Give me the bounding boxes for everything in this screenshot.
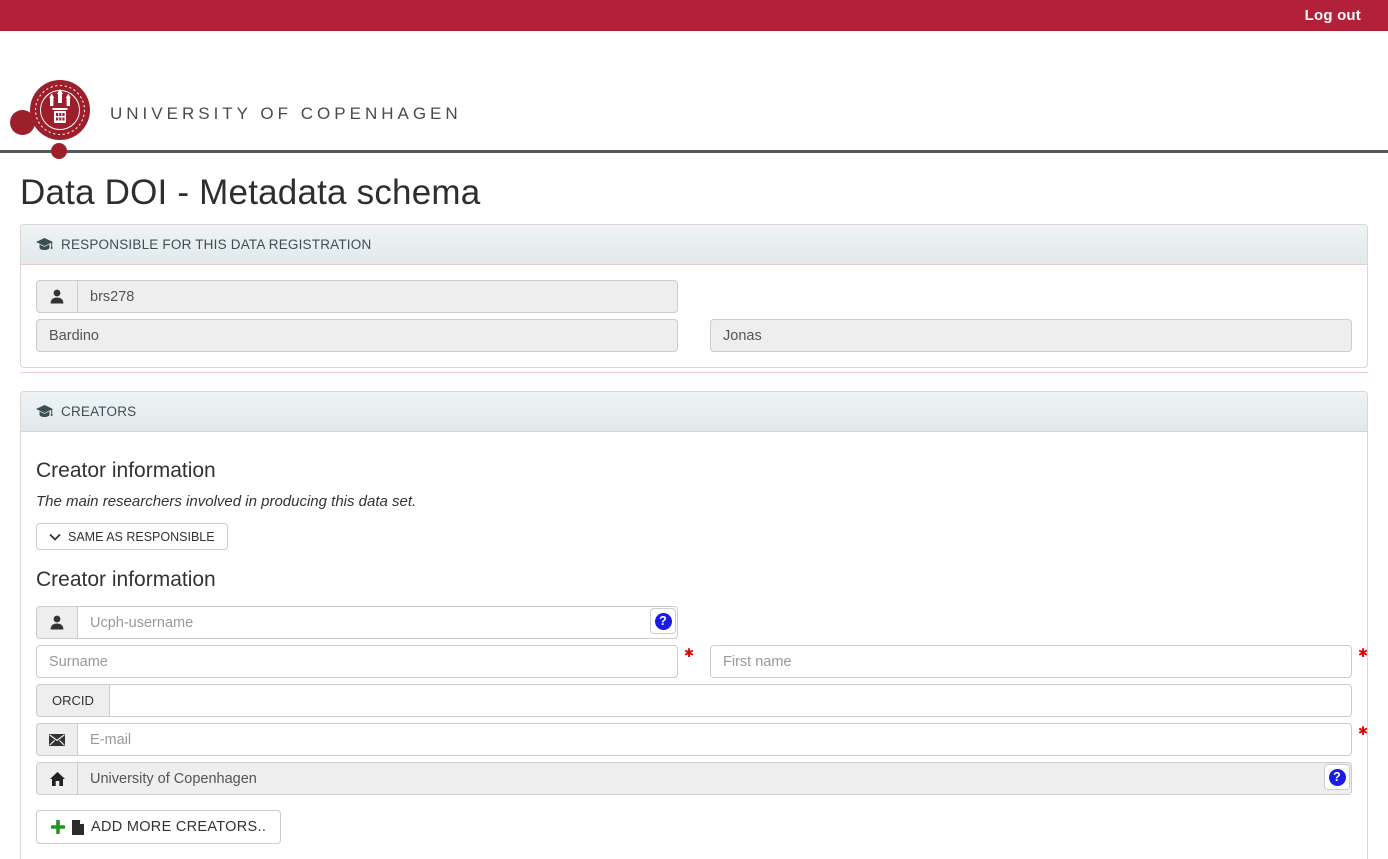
creators-section-title: CREATORS <box>61 404 136 419</box>
creator-orcid-input[interactable] <box>109 684 1352 717</box>
creator-firstname-input[interactable] <box>710 645 1352 678</box>
creators-section-body: Creator information The main researchers… <box>21 432 1367 859</box>
responsible-surname-field <box>36 319 678 352</box>
chevron-down-icon <box>49 533 61 541</box>
decorative-circle-large <box>10 110 35 135</box>
creator-information-subtitle: The main researchers involved in produci… <box>36 493 1352 510</box>
question-mark-icon: ? <box>655 613 672 630</box>
responsible-username-field <box>77 280 678 313</box>
graduation-cap-icon <box>36 238 53 252</box>
page-title: Data DOI - Metadata schema <box>20 173 1368 213</box>
username-help-button[interactable]: ? <box>650 608 676 634</box>
university-seal-logo <box>30 80 90 140</box>
header-divider-line <box>0 150 1388 153</box>
brand-header: UNIVERSITY OF COPENHAGEN <box>0 31 1388 154</box>
university-name: UNIVERSITY OF COPENHAGEN <box>110 104 462 124</box>
responsible-section-header: RESPONSIBLE FOR THIS DATA REGISTRATION <box>21 225 1367 265</box>
envelope-icon <box>36 723 77 756</box>
person-icon <box>36 606 77 639</box>
add-more-creators-label: ADD MORE CREATORS.. <box>91 819 266 835</box>
add-more-creators-button[interactable]: ADD MORE CREATORS.. <box>36 810 281 844</box>
same-as-responsible-label: SAME AS RESPONSIBLE <box>68 530 215 544</box>
graduation-cap-icon <box>36 405 53 419</box>
creator-surname-input[interactable] <box>36 645 678 678</box>
home-icon <box>36 762 77 795</box>
affiliation-help-button[interactable]: ? <box>1324 764 1350 790</box>
top-bar: Log out <box>0 0 1388 31</box>
creator-block-heading: Creator information <box>36 568 1352 592</box>
person-icon <box>36 280 77 313</box>
responsible-panel: RESPONSIBLE FOR THIS DATA REGISTRATION <box>20 224 1368 368</box>
creator-email-input[interactable] <box>77 723 1352 756</box>
file-icon <box>72 820 84 835</box>
creators-section-header: CREATORS <box>21 392 1367 432</box>
decorative-circle-small <box>51 143 67 159</box>
required-asterisk: ✱ <box>1358 725 1368 737</box>
responsible-firstname-field <box>710 319 1352 352</box>
plus-icon <box>51 820 65 834</box>
creators-panel: CREATORS Creator information The main re… <box>20 391 1368 859</box>
same-as-responsible-button[interactable]: SAME AS RESPONSIBLE <box>36 523 228 550</box>
orcid-label: ORCID <box>36 684 109 717</box>
creator-information-heading: Creator information <box>36 459 1352 483</box>
creator-username-input[interactable] <box>77 606 678 639</box>
creator-affiliation-field <box>77 762 1352 795</box>
panel-separator <box>20 372 1368 373</box>
responsible-section-title: RESPONSIBLE FOR THIS DATA REGISTRATION <box>61 237 371 252</box>
question-mark-icon: ? <box>1329 769 1346 786</box>
logout-link[interactable]: Log out <box>1305 7 1361 24</box>
responsible-section-body <box>21 265 1367 367</box>
required-asterisk: ✱ <box>684 647 694 659</box>
required-asterisk: ✱ <box>1358 647 1368 659</box>
